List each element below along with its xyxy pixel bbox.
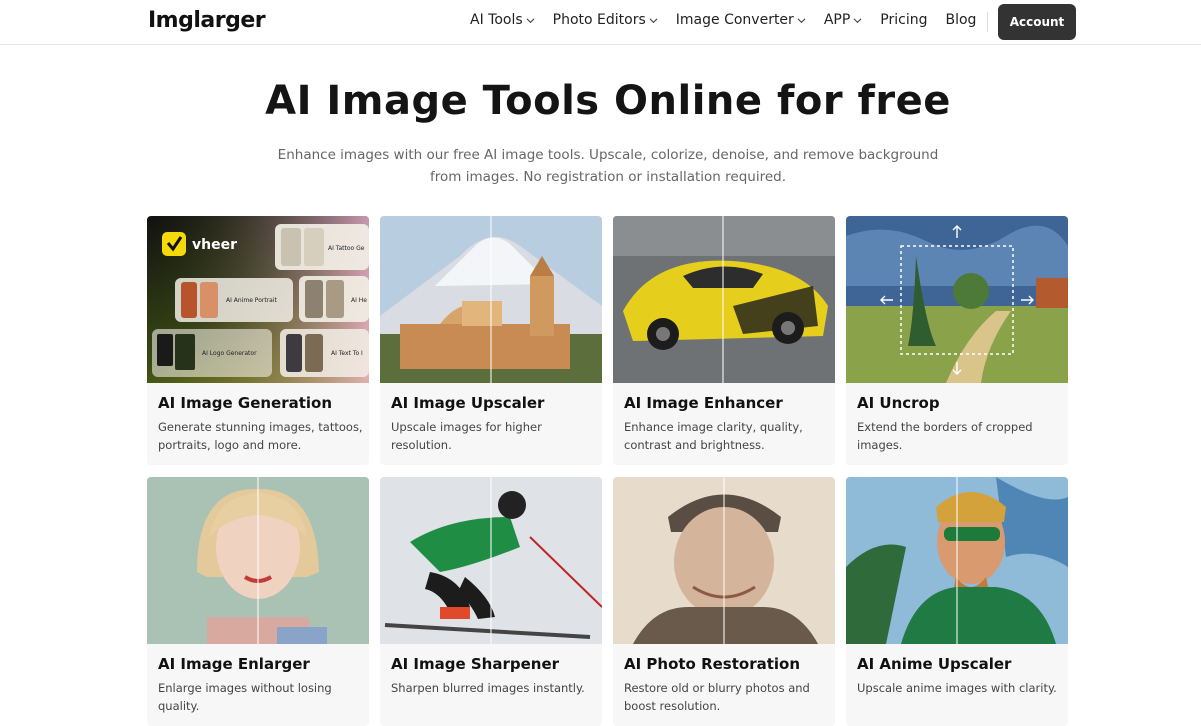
nav-app-label: APP	[823, 12, 851, 28]
card-thumbnail	[846, 477, 1068, 644]
tool-card-ai-anime-upscaler[interactable]: AI Anime Upscaler Upscale anime images w…	[846, 477, 1068, 726]
card-description: Sharpen blurred images instantly.	[391, 681, 585, 695]
anime-hero-illustration	[846, 477, 1068, 644]
nav-ai-tools-label: AI Tools	[470, 12, 523, 28]
card-title: AI Image Upscaler	[391, 394, 545, 412]
image-generation-collage: vheer AI Tattoo Ge AI Anime Portrait AI …	[147, 216, 369, 383]
nav-blog[interactable]: Blog	[945, 12, 976, 28]
vheer-brand-text: vheer	[192, 237, 237, 253]
card-thumbnail	[846, 216, 1068, 383]
thumb-label-text-to-image: AI Text To I	[331, 350, 363, 357]
nav-pricing-label: Pricing	[880, 12, 928, 28]
card-thumbnail	[147, 477, 369, 644]
chevron-down-icon	[526, 17, 535, 23]
card-description: Upscale anime images with clarity.	[857, 681, 1057, 695]
card-thumbnail	[380, 216, 602, 383]
card-title: AI Image Generation	[158, 394, 333, 412]
thumb-label-headshot: AI He	[351, 297, 367, 304]
card-description: Enhance image clarity, quality, contrast…	[624, 420, 803, 452]
thumb-label-tattoo: AI Tattoo Ge	[328, 245, 365, 252]
nav-photo-editors[interactable]: Photo Editors	[553, 12, 658, 28]
church-volcano-photo	[380, 216, 602, 383]
card-title: AI Image Sharpener	[391, 655, 560, 673]
card-description: Extend the borders of cropped images.	[857, 420, 1033, 452]
card-thumbnail	[380, 477, 602, 644]
tool-card-ai-photo-restoration[interactable]: AI Photo Restoration Restore old or blur…	[613, 477, 835, 726]
chevron-down-icon	[797, 17, 806, 23]
tool-card-ai-image-upscaler[interactable]: AI Image Upscaler Upscale images for hig…	[380, 216, 602, 465]
tool-card-ai-image-enhancer[interactable]: AI Image Enhancer Enhance image clarity,…	[613, 216, 835, 465]
tool-card-ai-image-enlarger[interactable]: AI Image Enlarger Enlarge images without…	[147, 477, 369, 726]
card-title: AI Photo Restoration	[624, 655, 801, 673]
card-thumbnail: vheer AI Tattoo Ge AI Anime Portrait AI …	[147, 216, 369, 383]
thumb-label-logo: AI Logo Generator	[202, 350, 257, 357]
nav-divider	[987, 12, 988, 32]
card-description: Restore old or blurry photos and boost r…	[624, 681, 810, 713]
chevron-down-icon	[853, 17, 862, 23]
card-thumbnail	[613, 477, 835, 644]
card-title: AI Image Enhancer	[624, 394, 783, 412]
account-button[interactable]: Account	[998, 4, 1076, 40]
nav-pricing[interactable]: Pricing	[880, 12, 927, 28]
portrait-photo	[147, 477, 369, 644]
thumb-label-anime: AI Anime Portrait	[226, 297, 278, 304]
card-description: Upscale images for higher resolution.	[391, 420, 542, 452]
imglarger-logo[interactable]: Imglarger	[148, 8, 266, 33]
nav-photo-editors-label: Photo Editors	[552, 12, 646, 28]
nav-ai-tools[interactable]: AI Tools	[470, 12, 535, 28]
card-title: AI Image Enlarger	[158, 655, 310, 673]
page-subtitle: Enhance images with our free AI image to…	[277, 147, 939, 185]
card-description: Generate stunning images, tattoos, portr…	[158, 420, 363, 452]
tool-card-ai-image-sharpener[interactable]: AI Image Sharpener Sharpen blurred image…	[380, 477, 602, 726]
main-nav: AI Tools Photo Editors Image Converter A…	[470, 12, 994, 28]
top-navigation-bar: Imglarger AI Tools Photo Editors Image C…	[0, 0, 1201, 45]
skier-photo	[380, 477, 602, 644]
tool-card-ai-uncrop[interactable]: AI Uncrop Extend the borders of cropped …	[846, 216, 1068, 465]
starry-landscape-painting	[846, 216, 1068, 383]
nav-image-converter[interactable]: Image Converter	[676, 12, 806, 28]
card-thumbnail	[613, 216, 835, 383]
tool-card-ai-image-generation[interactable]: vheer AI Tattoo Ge AI Anime Portrait AI …	[147, 216, 369, 465]
nav-blog-label: Blog	[945, 12, 977, 28]
nav-image-converter-label: Image Converter	[675, 12, 794, 28]
card-description: Enlarge images without losing quality.	[158, 681, 332, 713]
old-man-photo	[613, 477, 835, 644]
card-title: AI Uncrop	[857, 394, 940, 412]
chevron-down-icon	[649, 17, 658, 23]
nav-app[interactable]: APP	[824, 12, 862, 28]
race-car-photo	[613, 216, 835, 383]
card-title: AI Anime Upscaler	[857, 655, 1012, 673]
page-title: AI Image Tools Online for free	[265, 78, 951, 124]
